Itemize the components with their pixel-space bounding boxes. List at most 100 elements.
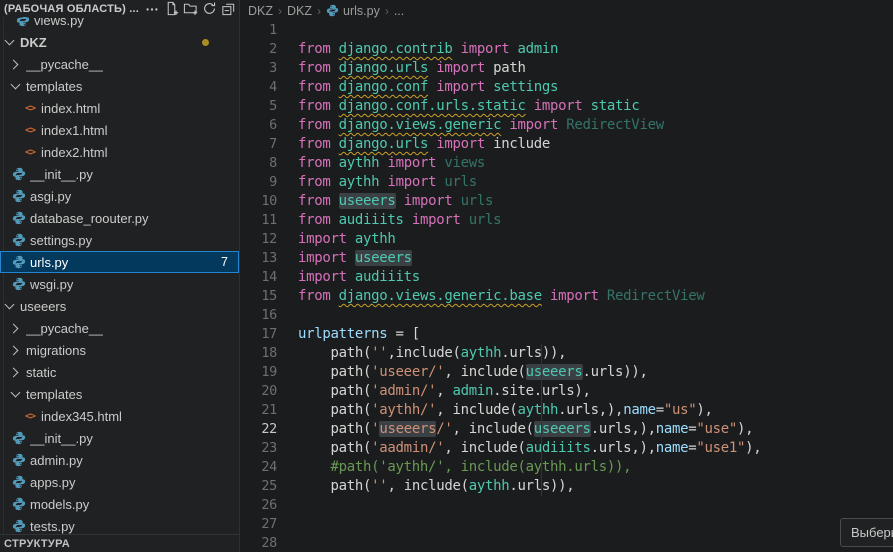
- line-number: 20: [241, 382, 277, 401]
- new-folder-icon[interactable]: [181, 1, 199, 17]
- code-line-21[interactable]: 21 path('aythh/', include(aythh.urls,),n…: [241, 401, 893, 420]
- code-area[interactable]: 12from django.contrib import admin3 from …: [241, 21, 893, 552]
- breadcrumb-item[interactable]: DKZ: [248, 4, 273, 18]
- breadcrumb-item[interactable]: DKZ: [287, 4, 312, 18]
- tree-item-label: apps.py: [30, 475, 76, 490]
- tree-item-label: static: [26, 365, 56, 380]
- code-line-9[interactable]: 9from aythh import urls: [241, 173, 893, 192]
- tree-item-label: __pycache__: [26, 321, 103, 336]
- code-line-3[interactable]: 3 from django.urls import path: [241, 59, 893, 78]
- line-number: 5: [241, 97, 277, 116]
- editor-indent-guide: [541, 344, 542, 496]
- tree-item-admin-py[interactable]: admin.py: [0, 449, 239, 471]
- code-line-5[interactable]: 5 from django.conf.urls.static import sta…: [241, 97, 893, 116]
- code-line-26[interactable]: 26: [241, 496, 893, 515]
- tree-item-apps-py[interactable]: apps.py: [0, 471, 239, 493]
- tree-item-migrations[interactable]: migrations: [0, 339, 239, 361]
- code-line-23[interactable]: 23 path('aadmin/', include(audiiits.urls…: [241, 439, 893, 458]
- code-line-19[interactable]: 19 path('useeer/', include(useeers.urls)…: [241, 363, 893, 382]
- html-file-icon: <>: [23, 123, 37, 137]
- tree-item-label: urls.py: [30, 255, 68, 270]
- tree-item-database-roouter-py[interactable]: database_roouter.py: [0, 207, 239, 229]
- tree-item-index-html[interactable]: <>index.html: [0, 97, 239, 119]
- outline-section-header[interactable]: СТРУКТУРА: [0, 534, 239, 552]
- code-line-12[interactable]: 12import aythh: [241, 230, 893, 249]
- python-file-icon: [12, 167, 26, 181]
- code-line-6[interactable]: 6from django.views.generic import Redire…: [241, 116, 893, 135]
- editor-pane: DKZ›DKZ›urls.py›... 12from django.contri…: [241, 0, 893, 552]
- tree-item-models-py[interactable]: models.py: [0, 493, 239, 515]
- line-number: 13: [241, 249, 277, 268]
- tree-item-index2-html[interactable]: <>index2.html: [0, 141, 239, 163]
- code-line-20[interactable]: 20 path('admin/', admin.site.urls),: [241, 382, 893, 401]
- code-line-17[interactable]: 17urlpatterns = [: [241, 325, 893, 344]
- code-text: from django.urls import path: [298, 59, 526, 78]
- code-line-27[interactable]: 27: [241, 515, 893, 534]
- code-text: from django.urls import include: [298, 135, 550, 154]
- line-number: 26: [241, 496, 277, 515]
- breadcrumb-item[interactable]: ...: [394, 4, 404, 18]
- line-number: 14: [241, 268, 277, 287]
- tree-item-templates[interactable]: templates: [0, 383, 239, 405]
- code-line-4[interactable]: 4from django.conf import settings: [241, 78, 893, 97]
- tree-item-label: models.py: [30, 497, 89, 512]
- code-line-25[interactable]: 25 path('', include(aythh.urls)),: [241, 477, 893, 496]
- code-line-14[interactable]: 14import audiiits: [241, 268, 893, 287]
- code-line-16[interactable]: 16: [241, 306, 893, 325]
- more-actions-icon[interactable]: [143, 1, 161, 17]
- collapse-all-icon[interactable]: [219, 1, 237, 17]
- explorer-section-header: (РАБОЧАЯ ОБЛАСТЬ) ...: [0, 0, 239, 17]
- line-number: 3: [241, 59, 277, 78]
- tree-item-label: index345.html: [41, 409, 122, 424]
- tree-item-label: DKZ: [20, 35, 47, 50]
- tree-item-label: index.html: [41, 101, 100, 116]
- breadcrumb: DKZ›DKZ›urls.py›...: [241, 0, 404, 21]
- refresh-icon[interactable]: [200, 1, 218, 17]
- line-number: 24: [241, 458, 277, 477]
- code-text: urlpatterns = [: [298, 325, 420, 344]
- code-line-13[interactable]: 13import useeers: [241, 249, 893, 268]
- tree-item-static[interactable]: static: [0, 361, 239, 383]
- tree-item--pycache-[interactable]: __pycache__: [0, 53, 239, 75]
- line-number: 1: [241, 21, 277, 40]
- code-text: from django.views.generic.base import Re…: [298, 287, 704, 306]
- tree-item-wsgi-py[interactable]: wsgi.py: [0, 273, 239, 295]
- code-line-15[interactable]: 15 from django.views.generic.base import …: [241, 287, 893, 306]
- line-number: 16: [241, 306, 277, 325]
- tree-item-templates[interactable]: templates: [0, 75, 239, 97]
- line-number: 15: [241, 287, 277, 306]
- code-text: from django.conf.urls.static import stat…: [298, 97, 639, 116]
- tree-item-useeers[interactable]: useeers: [0, 295, 239, 317]
- code-line-7[interactable]: 7from django.urls import include: [241, 135, 893, 154]
- line-number: 22: [241, 420, 277, 439]
- code-line-2[interactable]: 2from django.contrib import admin: [241, 40, 893, 59]
- code-line-8[interactable]: 8from aythh import views: [241, 154, 893, 173]
- code-line-24[interactable]: 24 #path('aythh/', include(aythh.urls)),: [241, 458, 893, 477]
- tree-item--pycache-[interactable]: __pycache__: [0, 317, 239, 339]
- new-file-icon[interactable]: [162, 1, 180, 17]
- chevron-right-icon: [9, 345, 19, 355]
- chevron-right-icon: [9, 367, 19, 377]
- tree-item-index1-html[interactable]: <>index1.html: [0, 119, 239, 141]
- tree-item-urls-py[interactable]: urls.py7: [0, 251, 239, 273]
- code-text: from django.contrib import admin: [298, 40, 558, 59]
- code-line-28[interactable]: 28: [241, 534, 893, 552]
- code-line-10[interactable]: 10from useeers import urls: [241, 192, 893, 211]
- tree-item-settings-py[interactable]: settings.py: [0, 229, 239, 251]
- tree-item-label: __init__.py: [30, 431, 93, 446]
- code-text: from useeers import urls: [298, 192, 493, 211]
- tree-item--init-py[interactable]: __init__.py: [0, 163, 239, 185]
- tree-item-label: admin.py: [30, 453, 83, 468]
- tree-item-label: useeers: [20, 299, 66, 314]
- code-text: from audiiits import urls: [298, 211, 501, 230]
- code-line-22[interactable]: 22 path('useeers/', include(useeers.urls…: [241, 420, 893, 439]
- code-line-11[interactable]: 11from audiiits import urls: [241, 211, 893, 230]
- code-line-1[interactable]: 1: [241, 21, 893, 40]
- tree-item-DKZ[interactable]: DKZ: [0, 31, 239, 53]
- breadcrumb-item[interactable]: urls.py: [343, 4, 380, 18]
- tree-item-index345-html[interactable]: <>index345.html: [0, 405, 239, 427]
- chevron-down-icon: [5, 300, 15, 310]
- code-line-18[interactable]: 18 path('',include(aythh.urls)),: [241, 344, 893, 363]
- tree-item-asgi-py[interactable]: asgi.py: [0, 185, 239, 207]
- tree-item--init-py[interactable]: __init__.py: [0, 427, 239, 449]
